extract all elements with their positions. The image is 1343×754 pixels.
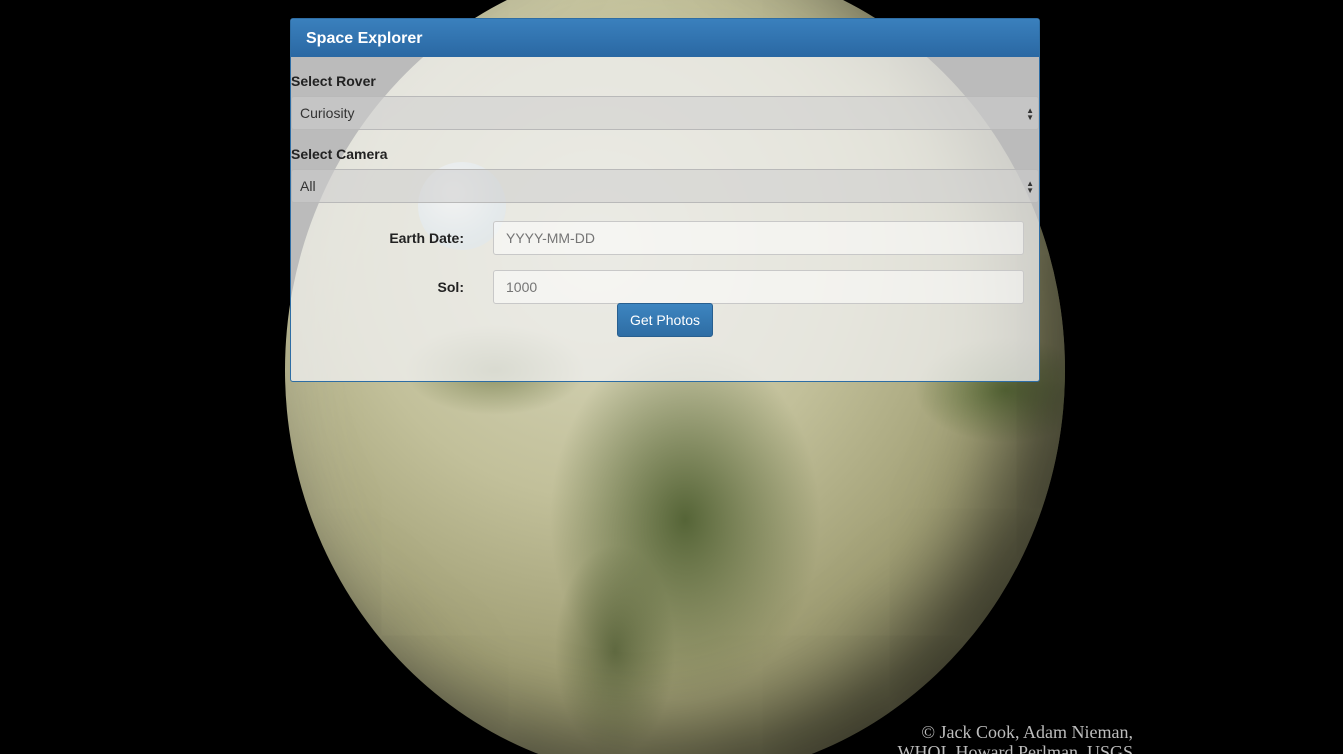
earth-date-label: Earth Date: <box>389 230 464 246</box>
sol-input[interactable] <box>493 270 1024 304</box>
get-photos-button[interactable]: Get Photos <box>617 303 713 337</box>
camera-label: Select Camera <box>291 146 388 162</box>
rover-select-value: Curiosity <box>300 105 355 121</box>
sol-label: Sol: <box>437 279 464 295</box>
credit-line-1: © Jack Cook, Adam Nieman, <box>921 722 1133 742</box>
panel-title: Space Explorer <box>291 19 1039 57</box>
earth-date-row: Earth Date: <box>291 221 1041 255</box>
select-arrows-icon: ▲ ▼ <box>1026 106 1034 122</box>
image-credit: © Jack Cook, Adam Nieman, WHOI, Howard P… <box>898 722 1133 754</box>
rover-select[interactable]: Curiosity ▲ ▼ <box>291 96 1039 130</box>
camera-select[interactable]: All ▲ ▼ <box>291 169 1039 203</box>
credit-line-2: WHOI, Howard Perlman, USGS <box>897 742 1133 754</box>
search-panel: Space Explorer Select Rover Curiosity ▲ ▼… <box>290 18 1040 382</box>
camera-select-value: All <box>300 178 316 194</box>
sol-row: Sol: <box>291 270 1041 304</box>
rover-label: Select Rover <box>291 73 376 89</box>
select-arrows-icon: ▲ ▼ <box>1026 179 1034 195</box>
earth-date-input[interactable] <box>493 221 1024 255</box>
